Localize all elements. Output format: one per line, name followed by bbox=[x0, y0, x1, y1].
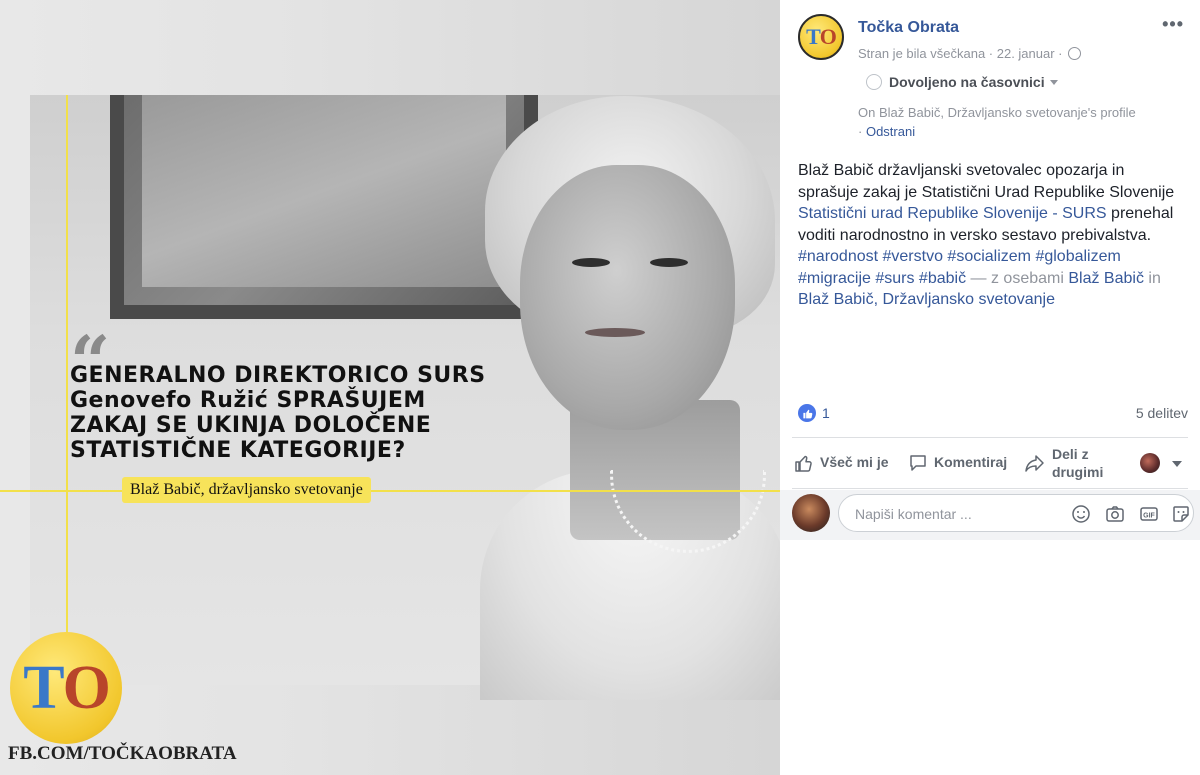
gif-icon[interactable]: GIF bbox=[1139, 504, 1159, 524]
timeline-label: Dovoljeno na časovnici bbox=[889, 74, 1045, 90]
divider bbox=[792, 488, 1188, 489]
svg-text:GIF: GIF bbox=[1143, 513, 1155, 520]
more-options-icon[interactable]: ••• bbox=[1162, 14, 1184, 35]
comment-composer: GIF bbox=[780, 490, 1200, 540]
shares-count[interactable]: 5 delitev bbox=[1136, 405, 1188, 421]
headline-line: Genovefo Ružić SPRAŠUJEM bbox=[70, 388, 426, 413]
share-label-line: drugimi bbox=[1052, 464, 1104, 480]
share-label: Deli z drugimi bbox=[1052, 445, 1103, 481]
globe-icon[interactable] bbox=[1068, 47, 1082, 60]
caret-down-icon bbox=[1049, 79, 1058, 85]
remove-link[interactable]: Odstrani bbox=[866, 124, 915, 139]
post-meta-text: Stran je bila všečkana · 22. januar · bbox=[858, 46, 1063, 61]
divider bbox=[792, 437, 1188, 438]
camera-icon[interactable] bbox=[1105, 504, 1125, 524]
left-eye bbox=[572, 258, 610, 267]
timeline-circle-icon bbox=[866, 74, 882, 90]
fb-url: FB.COM/TOČKAOBRATA bbox=[8, 743, 237, 764]
share-button[interactable]: Deli z drugimi bbox=[1024, 445, 1103, 481]
surs-page-link[interactable]: Statistični urad Republike Slovenije - S… bbox=[798, 205, 1107, 222]
viewer-avatar[interactable] bbox=[1140, 453, 1160, 473]
headline-line: STATISTIČNE KATEGORIJE? bbox=[70, 438, 406, 463]
comment-input[interactable] bbox=[853, 505, 1057, 523]
tagged-person-link[interactable]: Blaž Babič bbox=[1068, 270, 1144, 287]
avatar-letter-o: O bbox=[819, 24, 837, 49]
share-icon bbox=[1025, 455, 1044, 472]
image-byline: Blaž Babič, državljansko svetovanje bbox=[122, 477, 371, 503]
post-panel: TO Točka Obrata Stran je bila všečkana ·… bbox=[780, 0, 1200, 775]
image-headline: GENERALNO DIREKTORICO SURS Genovefo Ruži… bbox=[70, 363, 486, 463]
page-avatar[interactable]: TO bbox=[798, 14, 844, 60]
reactions-bar: 1 5 delitev bbox=[798, 404, 1188, 426]
right-eye bbox=[650, 258, 688, 267]
yellow-vertical-line bbox=[66, 95, 68, 650]
like-label: Všeč mi je bbox=[820, 454, 889, 470]
user-avatar[interactable] bbox=[792, 494, 830, 532]
to-logo: TO bbox=[10, 632, 122, 744]
like-reaction-icon[interactable] bbox=[798, 404, 816, 422]
action-bar: Všeč mi je Komentiraj Deli z drugimi bbox=[792, 443, 1188, 483]
like-count[interactable]: 1 bbox=[822, 405, 830, 421]
comment-icon bbox=[910, 455, 926, 471]
post-image[interactable]: “ GENERALNO DIREKTORICO SURS Genovefo Ru… bbox=[0, 0, 780, 775]
woman-face bbox=[520, 165, 735, 430]
post-text: Blaž Babič državljanski svetovalec opoza… bbox=[798, 160, 1188, 311]
sticker-icon[interactable] bbox=[1171, 504, 1191, 524]
chevron-down-icon[interactable] bbox=[1172, 461, 1182, 467]
separator-dot: · bbox=[858, 124, 863, 139]
wall-painting bbox=[110, 95, 538, 319]
and-text: in bbox=[1148, 269, 1161, 287]
avatar-letter-t: T bbox=[806, 24, 821, 49]
headline-line: GENERALNO DIREKTORICO SURS bbox=[70, 363, 486, 388]
comment-box[interactable]: GIF bbox=[838, 494, 1194, 532]
share-label-line: Deli z bbox=[1052, 446, 1089, 462]
profile-text: On Blaž Babič, Državljansko svetovanje's… bbox=[858, 105, 1136, 120]
logo-letter-t: T bbox=[23, 653, 64, 722]
page-name-link[interactable]: Točka Obrata bbox=[858, 19, 959, 37]
comment-button[interactable]: Komentiraj bbox=[908, 453, 1007, 473]
like-button[interactable]: Všeč mi je bbox=[794, 453, 889, 473]
yellow-horizontal-line bbox=[0, 490, 780, 492]
post-meta: Stran je bila všečkana · 22. januar · bbox=[858, 46, 1082, 61]
headline-line: ZAKAJ SE UKINJA DOLOČENE bbox=[70, 413, 432, 438]
timeline-permission-dropdown[interactable]: Dovoljeno na časovnici bbox=[866, 74, 1058, 90]
mouth bbox=[585, 328, 645, 337]
tagged-person-link[interactable]: Blaž Babič, Državljansko svetovanje bbox=[798, 291, 1055, 308]
logo-letter-o: O bbox=[62, 653, 111, 722]
profile-line: On Blaž Babič, Državljansko svetovanje's… bbox=[858, 103, 1188, 141]
thumbs-up-icon bbox=[795, 455, 812, 472]
emoji-icon[interactable] bbox=[1071, 504, 1091, 524]
with-text: — z osebami bbox=[970, 269, 1064, 287]
comment-label: Komentiraj bbox=[934, 454, 1008, 470]
post-text-part: Blaž Babič državljanski svetovalec opoza… bbox=[798, 162, 1175, 201]
